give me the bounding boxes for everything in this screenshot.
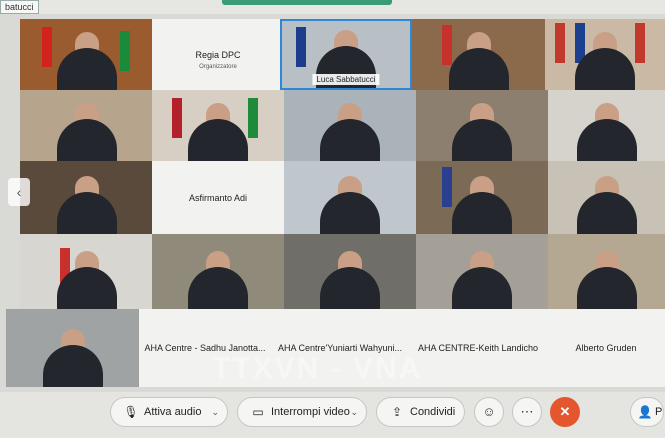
participant-name: Alberto Gruden — [575, 343, 637, 353]
top-bar: batucci — [0, 0, 665, 14]
participant-body — [320, 192, 380, 234]
watermark: TTXVN - VNA — [212, 352, 423, 385]
video-tile-regia[interactable]: Regia DPC Organizzatore — [152, 19, 284, 90]
video-tile[interactable] — [416, 90, 548, 161]
window-title-fragment: batucci — [0, 0, 39, 14]
video-tile[interactable] — [284, 90, 416, 161]
meeting-indicator — [222, 0, 392, 5]
share-label: Condividi — [410, 406, 456, 418]
video-tile[interactable] — [416, 234, 548, 309]
more-icon[interactable]: ⋯ — [512, 397, 542, 427]
video-tile[interactable] — [548, 90, 665, 161]
video-tile[interactable] — [284, 161, 416, 234]
share-button[interactable]: ⇪ Condividi — [376, 397, 465, 427]
video-grid: Regia DPC Organizzatore Luca Sabbatucci — [6, 14, 665, 392]
participant-body — [452, 119, 512, 161]
video-tile-alberto[interactable]: Alberto Gruden — [547, 309, 665, 387]
video-label: Interrompi video — [271, 406, 350, 418]
video-tile[interactable] — [545, 19, 665, 90]
audio-button[interactable]: 🎙 Attiva audio ⌄ — [110, 397, 228, 427]
video-tile[interactable] — [6, 309, 139, 387]
video-tile[interactable] — [548, 234, 665, 309]
video-button[interactable]: ▭ Interrompi video ⌄ — [237, 397, 367, 427]
video-tile[interactable] — [20, 19, 153, 90]
participant-body — [452, 267, 512, 309]
meeting-toolbar: 🎙 Attiva audio ⌄ ▭ Interrompi video ⌄ ⇪ … — [0, 392, 665, 438]
video-tile-keith[interactable]: AHA CENTRE-Keith Landicho — [409, 309, 547, 387]
participant-body — [320, 119, 380, 161]
participant-body — [188, 267, 248, 309]
audio-label: Attiva audio — [144, 406, 202, 418]
video-tile[interactable] — [284, 234, 416, 309]
participant-body — [188, 119, 248, 161]
participant-name: Luca Sabbatucci — [312, 74, 380, 85]
participant-body — [56, 119, 117, 161]
people-icon: 👤 — [637, 405, 653, 419]
video-tile-luca[interactable]: Luca Sabbatucci — [280, 19, 412, 90]
participant-body — [448, 48, 509, 90]
participant-body — [320, 267, 380, 309]
video-tile-asfirmanto[interactable]: Asfirmanto Adi — [152, 161, 284, 234]
participant-name: Asfirmanto Adi — [188, 192, 248, 203]
participant-body — [452, 192, 512, 234]
participant-body — [576, 192, 637, 234]
emoji-icon[interactable]: ☺ — [474, 397, 504, 427]
share-icon: ⇪ — [391, 405, 403, 419]
end-call-icon[interactable]: ✕ — [550, 397, 580, 427]
participant-name: AHA CENTRE-Keith Landicho — [417, 343, 539, 353]
chevron-down-icon[interactable]: ⌄ — [350, 407, 358, 418]
video-tile[interactable] — [152, 90, 284, 161]
chevron-down-icon[interactable]: ⌄ — [211, 407, 219, 418]
participant-body — [576, 267, 637, 309]
mic-off-icon: 🎙 — [123, 405, 139, 419]
video-tile[interactable] — [20, 161, 153, 234]
video-tile[interactable] — [152, 234, 284, 309]
camera-icon: ▭ — [252, 405, 264, 419]
video-tile[interactable] — [416, 161, 548, 234]
participant-body — [56, 48, 117, 90]
video-tile[interactable] — [548, 161, 665, 234]
video-tile[interactable] — [412, 19, 545, 90]
participant-body — [576, 119, 637, 161]
participant-role: Organizzatore — [199, 63, 237, 70]
participant-body — [56, 192, 117, 234]
people-button[interactable]: 👤 P — [630, 397, 664, 427]
participant-name: Regia DPC — [195, 49, 241, 60]
people-label: P — [655, 406, 663, 418]
video-tile[interactable] — [20, 234, 153, 309]
video-tile[interactable] — [20, 90, 153, 161]
chevron-left-icon[interactable]: ‹ — [8, 178, 30, 206]
participant-body — [42, 345, 103, 387]
